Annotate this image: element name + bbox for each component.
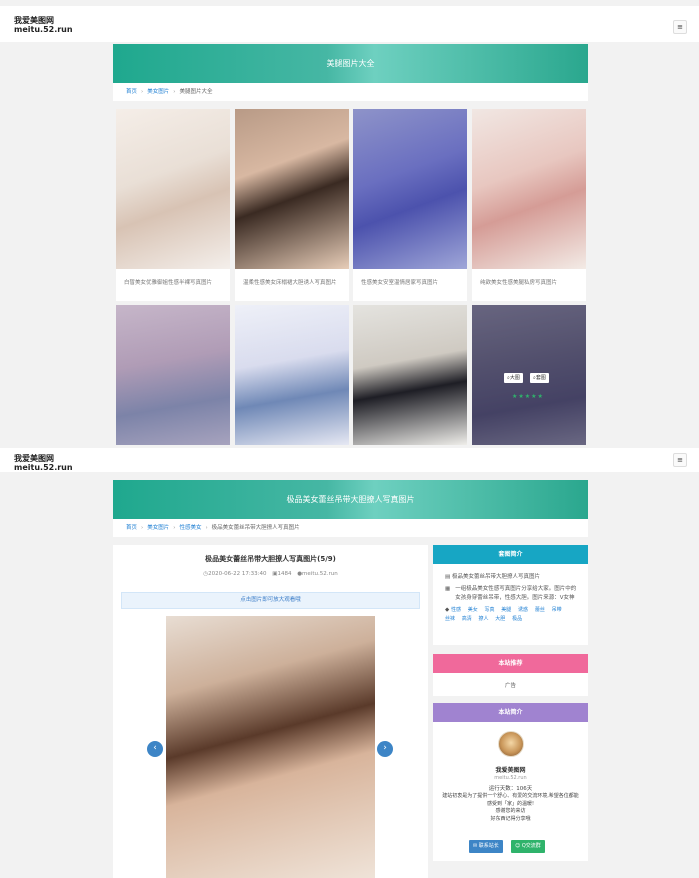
breadcrumb-current: 美腿图片大全 — [179, 89, 213, 95]
breadcrumb-subcategory[interactable]: 性感美女 — [179, 525, 201, 531]
gallery-card[interactable]: 性感美女安室温情居家写真图片 — [353, 109, 467, 301]
main-photo[interactable] — [166, 616, 375, 878]
about-domain: meitu.52.run — [494, 775, 527, 781]
breadcrumb-category[interactable]: 美女图片 — [147, 89, 169, 95]
thumbnail-image[interactable] — [235, 109, 349, 269]
card-caption[interactable]: 性感美女安室温情居家写真图片 — [353, 269, 467, 301]
rating-stars: ★★★★★ — [512, 393, 544, 400]
site-logo[interactable]: 我爱美图网 meitu.52.run — [14, 16, 73, 34]
site-header: 我爱美图网 meitu.52.run ≡ — [0, 6, 699, 42]
tag-link[interactable]: 高清 — [462, 615, 472, 624]
post-author: meitu.52.run — [302, 571, 338, 577]
intro-title-row: ▤ 极品美女蕾丝吊带大胆撩人写真图片 — [445, 573, 580, 582]
gallery-card[interactable] — [353, 305, 467, 445]
recommend-widget: 本站推荐 广告 — [433, 654, 588, 696]
qq-icon: ☺ — [515, 843, 521, 849]
widget-title: 本站简介 — [433, 703, 588, 722]
site-domain: meitu.52.run — [14, 25, 73, 34]
card-caption[interactable]: 白皙美女优雅御姐性感半裸写真图片 — [116, 269, 230, 301]
card-caption[interactable]: 温柔性感美女床榻裙大胆诱人写真图片 — [235, 269, 349, 301]
tag-link[interactable]: 蕾丝 — [535, 606, 545, 615]
chevron-right-icon[interactable]: › — [377, 741, 393, 757]
breadcrumb-category[interactable]: 美女图片 — [147, 525, 169, 531]
tag-link[interactable]: 大胆 — [495, 615, 505, 624]
hero-banner: 美腿图片大全 — [113, 44, 588, 83]
breadcrumb: 首页 › 美女图片 › 美腿图片大全 — [113, 83, 588, 101]
tag-link[interactable]: 性感 — [451, 606, 461, 615]
menu-icon[interactable]: ≡ — [673, 20, 687, 34]
thumbnail-image[interactable] — [235, 305, 349, 445]
gallery-card[interactable]: 温柔性感美女床榻裙大胆诱人写真图片 — [235, 109, 349, 301]
tag-icon: ◆ — [445, 607, 450, 613]
widget-title: 本站推荐 — [433, 654, 588, 673]
page-title: 美腿图片大全 — [326, 59, 375, 68]
thumbnail-image[interactable] — [116, 109, 230, 269]
tag-link[interactable]: 极品 — [512, 615, 522, 624]
post-date: 2020-06-22 17:33:40 — [208, 571, 267, 577]
about-text: 建站初衷是为了提供一个舒心、有爱的交流环境,希望各位都能感受到「家」的温暖! 感… — [442, 793, 579, 822]
intro-title: 极品美女蕾丝吊带大胆撩人写真图片 — [451, 574, 540, 580]
site-header: 我爱美图网 meitu.52.run ≡ — [0, 448, 699, 472]
widget-title: 套图简介 — [433, 545, 588, 564]
hero-banner: 极品美女蕾丝吊带大胆撩人写真图片 — [113, 480, 588, 519]
tag-link[interactable]: 美腿 — [501, 606, 511, 615]
thumbnail-image[interactable] — [116, 305, 230, 445]
gallery-card-hovered[interactable]: ⌕大图 ⌕套图 ★★★★★ — [472, 305, 586, 445]
page-title: 极品美女蕾丝吊带大胆撩人写真图片 — [286, 495, 415, 504]
tag-link[interactable]: 吊带 — [552, 606, 562, 615]
view-large-button[interactable]: ⌕大图 — [504, 373, 523, 383]
gallery-card[interactable]: 纯欲美女性感美腿私房写真图片 — [472, 109, 586, 301]
tag-link[interactable]: 撩人 — [479, 615, 489, 624]
breadcrumb-home[interactable]: 首页 — [126, 89, 137, 95]
card-caption[interactable]: 纯欲美女性感美腿私房写真图片 — [472, 269, 586, 301]
contact-admin-button[interactable]: ✉ 联系站长 — [469, 840, 503, 853]
breadcrumb-current: 极品美女蕾丝吊带大胆撩人写真图片 — [211, 525, 300, 531]
chevron-left-icon[interactable]: ‹ — [147, 741, 163, 757]
article-panel: 极品美女蕾丝吊带大胆撩人写真图片(5/9) ◷2020-06-22 17:33:… — [113, 545, 428, 878]
breadcrumb-home[interactable]: 首页 — [126, 525, 137, 531]
site-domain: meitu.52.run — [14, 463, 73, 472]
tag-link[interactable]: 美女 — [468, 606, 478, 615]
thumbnail-image[interactable] — [353, 109, 467, 269]
view-gallery-button[interactable]: ⌕套图 — [530, 373, 549, 383]
tag-link[interactable]: 诱惑 — [518, 606, 528, 615]
about-widget: 本站简介 我爱美图网 meitu.52.run 运行天数：106天 建站初衷是为… — [433, 703, 588, 861]
intro-desc: 一组极品美女性感写真图片分享给大家。图片中的女孩身穿蕾丝吊带，性感大胆。图片来源… — [455, 586, 577, 601]
zoom-tip: 点击图片即可放大观看哦 — [121, 592, 420, 609]
uptime: 运行天数：106天 — [488, 786, 533, 792]
avatar — [498, 731, 524, 757]
article-title: 极品美女蕾丝吊带大胆撩人写真图片(5/9) — [205, 555, 336, 563]
about-name: 我爱美图网 — [495, 767, 526, 774]
view-count: 1484 — [277, 571, 292, 577]
intro-desc-row: ▦ 一组极品美女性感写真图片分享给大家。图片中的女孩身穿蕾丝吊带，性感大胆。图片来… — [445, 585, 580, 603]
book-icon: ▤ — [445, 574, 451, 580]
tag-list: ◆ 性感 美女 写真 美腿 诱惑 蕾丝 吊带 丝袜 高清 撩人 大胆 极品 — [445, 606, 580, 624]
menu-icon[interactable]: ≡ — [673, 453, 687, 467]
breadcrumb: 首页 › 美女图片 › 性感美女 › 极品美女蕾丝吊带大胆撩人写真图片 — [113, 519, 588, 537]
gallery-card[interactable] — [235, 305, 349, 445]
thumbnail-image[interactable] — [472, 109, 586, 269]
gallery-card[interactable] — [116, 305, 230, 445]
site-name: 我爱美图网 — [14, 454, 54, 463]
qq-group-button[interactable]: ☺ Q交流群 — [511, 840, 545, 853]
intro-widget: 套图简介 ▤ 极品美女蕾丝吊带大胆撩人写真图片 ▦ 一组极品美女性感写真图片分享给… — [433, 545, 588, 645]
ad-slot[interactable]: 广告 — [433, 673, 588, 689]
thumb-icon: ✉ — [473, 843, 478, 849]
thumbnail-hover-overlay: ⌕大图 ⌕套图 ★★★★★ — [472, 305, 586, 445]
site-logo[interactable]: 我爱美图网 meitu.52.run — [14, 454, 73, 472]
site-name: 我爱美图网 — [14, 16, 54, 25]
article-meta: ◷2020-06-22 17:33:40 ▣1484 ●meitu.52.run — [113, 571, 428, 577]
thumbnail-image[interactable] — [353, 305, 467, 445]
tag-link[interactable]: 丝袜 — [445, 615, 455, 624]
calendar-icon: ▦ — [445, 586, 451, 592]
gallery-card[interactable]: 白皙美女优雅御姐性感半裸写真图片 — [116, 109, 230, 301]
tag-link[interactable]: 写真 — [485, 606, 495, 615]
